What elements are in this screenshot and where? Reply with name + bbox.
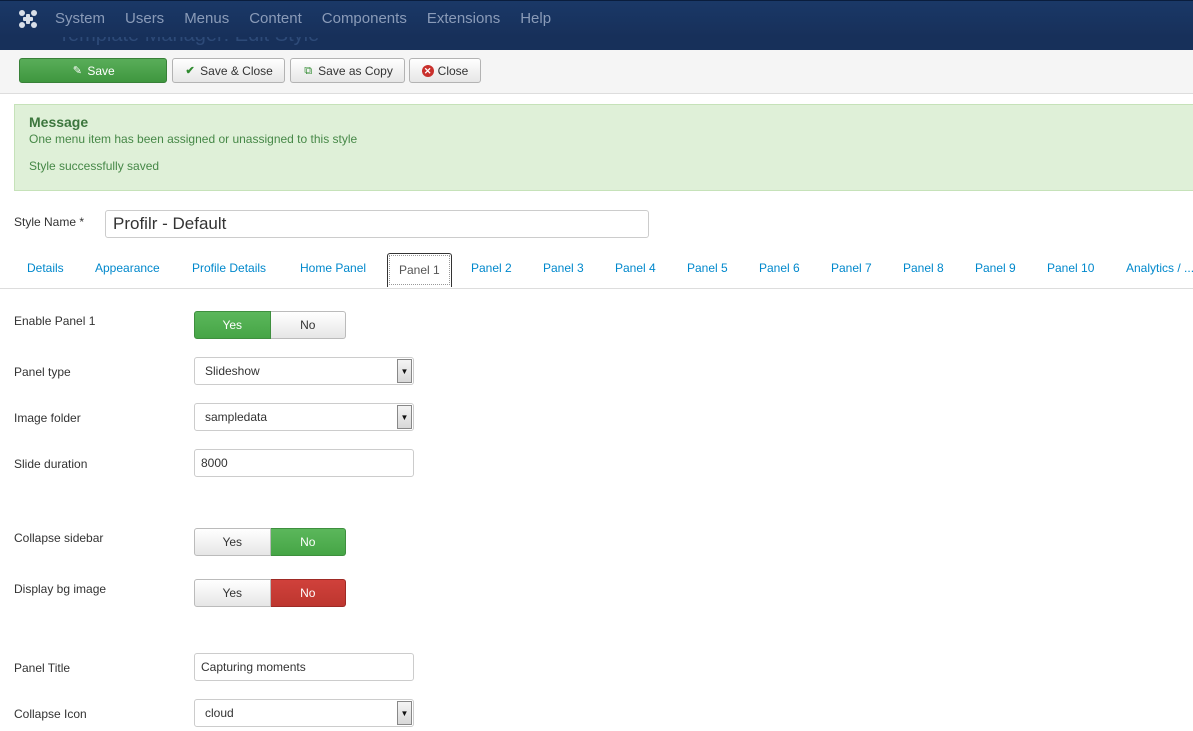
close-button[interactable]: ✕ Close xyxy=(409,58,481,83)
collapse-sidebar-label: Collapse sidebar xyxy=(14,531,104,545)
slide-duration-input[interactable]: 8000 xyxy=(194,449,414,477)
menu-content[interactable]: Content xyxy=(249,10,302,27)
checkmark-icon: ✔ xyxy=(185,64,195,77)
main-menu: System Users Menus Content Components Ex… xyxy=(55,10,571,27)
collapse-sidebar-toggle: Yes No xyxy=(194,528,346,556)
tab-analytics[interactable]: Analytics / ... xyxy=(1126,261,1193,275)
tab-panel-1[interactable]: Panel 1 xyxy=(387,253,452,287)
panel-title-input[interactable]: Capturing moments xyxy=(194,653,414,681)
save-close-button[interactable]: ✔ Save & Close xyxy=(172,58,285,83)
save-button-label: Save xyxy=(87,63,115,78)
collapse-icon-select[interactable]: cloud ▼ xyxy=(194,699,414,727)
menu-components[interactable]: Components xyxy=(322,10,407,27)
close-button-label: Close xyxy=(437,63,469,78)
save-as-copy-button[interactable]: ⧉ Save as Copy xyxy=(290,58,405,83)
page-header: Template Manager: Edit Style xyxy=(0,37,1193,50)
tab-panel-5[interactable]: Panel 5 xyxy=(687,261,728,275)
style-name-input[interactable] xyxy=(105,210,649,238)
dropdown-arrow-icon[interactable]: ▼ xyxy=(397,701,412,725)
success-message: Message One menu item has been assigned … xyxy=(14,104,1193,191)
menu-users[interactable]: Users xyxy=(125,10,164,27)
tab-panel-8[interactable]: Panel 8 xyxy=(903,261,944,275)
tab-panel-10[interactable]: Panel 10 xyxy=(1047,261,1094,275)
display-bg-yes[interactable]: Yes xyxy=(194,579,271,607)
tab-panel-3[interactable]: Panel 3 xyxy=(543,261,584,275)
tab-profile-details[interactable]: Profile Details xyxy=(192,261,266,275)
edit-icon: ✎ xyxy=(72,64,82,77)
image-folder-value: sampledata xyxy=(205,410,268,424)
tab-panel-7[interactable]: Panel 7 xyxy=(831,261,872,275)
cancel-icon: ✕ xyxy=(421,64,434,77)
tab-home-panel[interactable]: Home Panel xyxy=(300,261,366,275)
tab-details[interactable]: Details xyxy=(27,261,64,275)
image-folder-label: Image folder xyxy=(14,411,81,425)
menu-extensions[interactable]: Extensions xyxy=(427,10,500,27)
message-heading: Message xyxy=(29,114,89,130)
menu-help[interactable]: Help xyxy=(520,10,551,27)
tab-bar: Details Appearance Profile Details Home … xyxy=(0,253,1193,289)
message-line: One menu item has been assigned or unass… xyxy=(29,132,358,146)
enable-panel-toggle: Yes No xyxy=(194,311,346,339)
save-close-label: Save & Close xyxy=(200,63,273,78)
display-bg-toggle: Yes No xyxy=(194,579,346,607)
slide-duration-label: Slide duration xyxy=(14,457,88,471)
menu-menus[interactable]: Menus xyxy=(184,10,229,27)
tab-panel-9[interactable]: Panel 9 xyxy=(975,261,1016,275)
collapse-sidebar-yes[interactable]: Yes xyxy=(194,528,271,556)
display-bg-label: Display bg image xyxy=(14,582,107,596)
tab-appearance[interactable]: Appearance xyxy=(95,261,160,275)
enable-panel-label: Enable Panel 1 xyxy=(14,314,96,328)
display-bg-no[interactable]: No xyxy=(270,579,346,607)
dropdown-arrow-icon[interactable]: ▼ xyxy=(397,359,412,383)
menu-system[interactable]: System xyxy=(55,10,105,27)
message-line: Style successfully saved xyxy=(29,159,160,173)
copy-icon: ⧉ xyxy=(304,64,313,77)
panel-type-value: Slideshow xyxy=(205,364,260,378)
enable-panel-no[interactable]: No xyxy=(270,311,346,339)
style-name-label: Style Name * xyxy=(14,215,85,229)
panel-title-label: Panel Title xyxy=(14,661,71,675)
page-title: Template Manager: Edit Style xyxy=(58,37,319,47)
dropdown-arrow-icon[interactable]: ▼ xyxy=(397,405,412,429)
tab-panel-6[interactable]: Panel 6 xyxy=(759,261,800,275)
save-as-copy-label: Save as Copy xyxy=(318,63,393,78)
top-navbar: System Users Menus Content Components Ex… xyxy=(0,0,1193,37)
collapse-icon-label: Collapse Icon xyxy=(14,707,87,721)
tab-panel-4[interactable]: Panel 4 xyxy=(615,261,656,275)
toolbar: ✎ Save ✔ Save & Close ⧉ Save as Copy ✕ C… xyxy=(0,50,1193,94)
save-button[interactable]: ✎ Save xyxy=(19,58,167,83)
image-folder-select[interactable]: sampledata ▼ xyxy=(194,403,414,431)
tab-panel-2[interactable]: Panel 2 xyxy=(471,261,512,275)
enable-panel-yes[interactable]: Yes xyxy=(194,311,271,339)
collapse-sidebar-no[interactable]: No xyxy=(270,528,346,556)
collapse-icon-value: cloud xyxy=(205,706,234,720)
joomla-logo-icon[interactable] xyxy=(17,8,39,30)
panel-type-label: Panel type xyxy=(14,365,71,379)
panel-type-select[interactable]: Slideshow ▼ xyxy=(194,357,414,385)
